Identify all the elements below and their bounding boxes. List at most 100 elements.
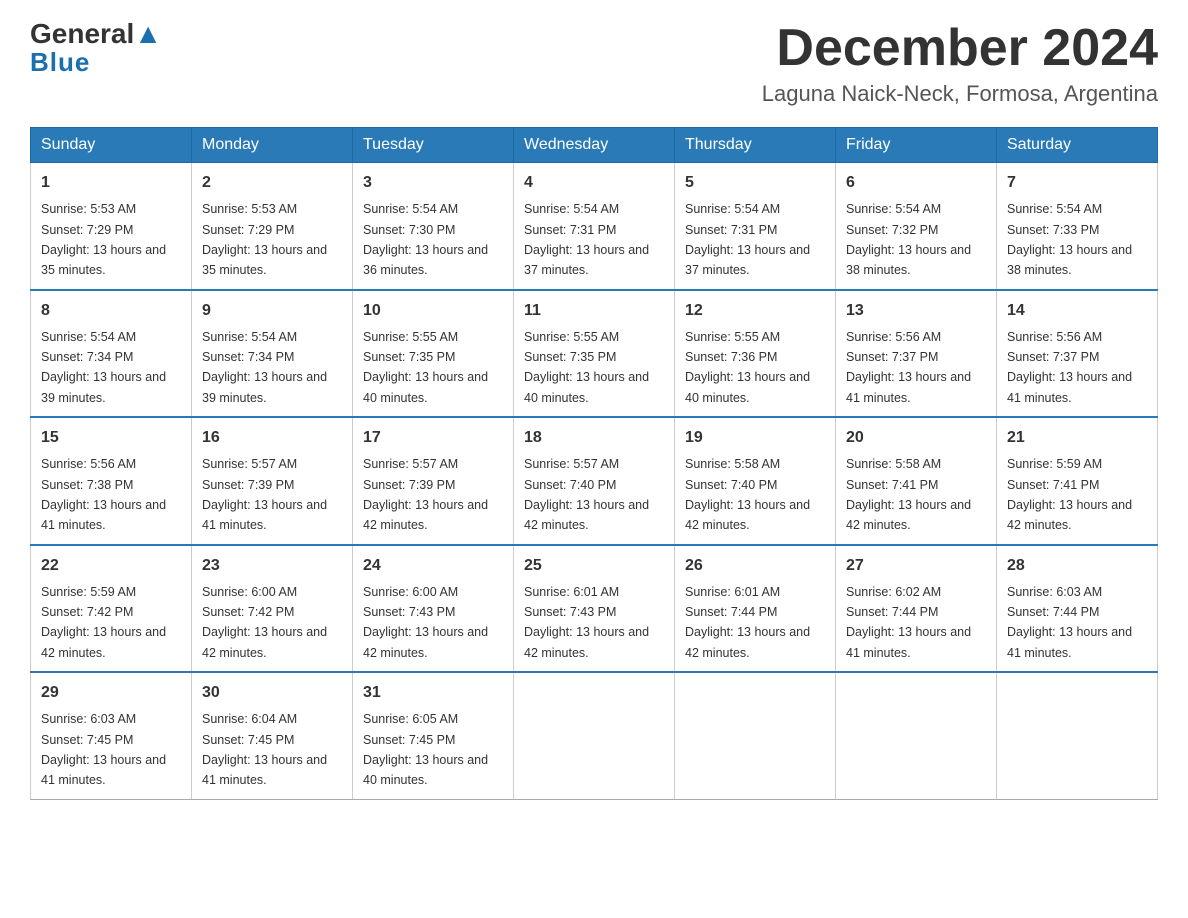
day-info: Sunrise: 6:03 AMSunset: 7:45 PMDaylight:… [41, 712, 166, 787]
day-number: 29 [41, 681, 181, 705]
calendar-cell: 1 Sunrise: 5:53 AMSunset: 7:29 PMDayligh… [31, 163, 192, 290]
day-number: 28 [1007, 554, 1147, 578]
weekday-header-row: Sunday Monday Tuesday Wednesday Thursday… [31, 128, 1158, 163]
month-title: December 2024 [762, 20, 1158, 77]
calendar-table: Sunday Monday Tuesday Wednesday Thursday… [30, 127, 1158, 800]
day-info: Sunrise: 6:00 AMSunset: 7:42 PMDaylight:… [202, 585, 327, 660]
day-info: Sunrise: 5:57 AMSunset: 7:40 PMDaylight:… [524, 457, 649, 532]
day-info: Sunrise: 5:53 AMSunset: 7:29 PMDaylight:… [202, 202, 327, 277]
calendar-cell: 4 Sunrise: 5:54 AMSunset: 7:31 PMDayligh… [514, 163, 675, 290]
calendar-cell: 19 Sunrise: 5:58 AMSunset: 7:40 PMDaylig… [675, 417, 836, 545]
day-number: 12 [685, 299, 825, 323]
day-number: 3 [363, 171, 503, 195]
calendar-cell: 25 Sunrise: 6:01 AMSunset: 7:43 PMDaylig… [514, 545, 675, 673]
calendar-cell: 16 Sunrise: 5:57 AMSunset: 7:39 PMDaylig… [192, 417, 353, 545]
calendar-cell [675, 672, 836, 799]
calendar-cell: 31 Sunrise: 6:05 AMSunset: 7:45 PMDaylig… [353, 672, 514, 799]
day-info: Sunrise: 5:54 AMSunset: 7:30 PMDaylight:… [363, 202, 488, 277]
day-number: 19 [685, 426, 825, 450]
calendar-cell: 20 Sunrise: 5:58 AMSunset: 7:41 PMDaylig… [836, 417, 997, 545]
day-info: Sunrise: 5:56 AMSunset: 7:38 PMDaylight:… [41, 457, 166, 532]
day-info: Sunrise: 5:56 AMSunset: 7:37 PMDaylight:… [846, 330, 971, 405]
day-number: 8 [41, 299, 181, 323]
day-info: Sunrise: 5:55 AMSunset: 7:36 PMDaylight:… [685, 330, 810, 405]
title-section: December 2024 Laguna Naick-Neck, Formosa… [762, 20, 1158, 107]
header-wednesday: Wednesday [514, 128, 675, 163]
calendar-cell: 28 Sunrise: 6:03 AMSunset: 7:44 PMDaylig… [997, 545, 1158, 673]
day-number: 27 [846, 554, 986, 578]
day-info: Sunrise: 6:01 AMSunset: 7:44 PMDaylight:… [685, 585, 810, 660]
calendar-cell: 11 Sunrise: 5:55 AMSunset: 7:35 PMDaylig… [514, 290, 675, 418]
day-info: Sunrise: 5:59 AMSunset: 7:42 PMDaylight:… [41, 585, 166, 660]
day-info: Sunrise: 6:04 AMSunset: 7:45 PMDaylight:… [202, 712, 327, 787]
calendar-cell: 15 Sunrise: 5:56 AMSunset: 7:38 PMDaylig… [31, 417, 192, 545]
day-number: 25 [524, 554, 664, 578]
day-info: Sunrise: 5:54 AMSunset: 7:32 PMDaylight:… [846, 202, 971, 277]
day-number: 17 [363, 426, 503, 450]
day-info: Sunrise: 5:56 AMSunset: 7:37 PMDaylight:… [1007, 330, 1132, 405]
header-sunday: Sunday [31, 128, 192, 163]
header-monday: Monday [192, 128, 353, 163]
day-number: 4 [524, 171, 664, 195]
day-number: 13 [846, 299, 986, 323]
day-info: Sunrise: 5:54 AMSunset: 7:34 PMDaylight:… [41, 330, 166, 405]
day-info: Sunrise: 6:00 AMSunset: 7:43 PMDaylight:… [363, 585, 488, 660]
day-number: 22 [41, 554, 181, 578]
calendar-cell: 12 Sunrise: 5:55 AMSunset: 7:36 PMDaylig… [675, 290, 836, 418]
calendar-cell: 17 Sunrise: 5:57 AMSunset: 7:39 PMDaylig… [353, 417, 514, 545]
day-info: Sunrise: 5:58 AMSunset: 7:41 PMDaylight:… [846, 457, 971, 532]
page-header: General▲ Blue December 2024 Laguna Naick… [30, 20, 1158, 107]
day-number: 15 [41, 426, 181, 450]
day-info: Sunrise: 5:54 AMSunset: 7:34 PMDaylight:… [202, 330, 327, 405]
day-number: 6 [846, 171, 986, 195]
day-info: Sunrise: 5:58 AMSunset: 7:40 PMDaylight:… [685, 457, 810, 532]
day-number: 1 [41, 171, 181, 195]
calendar-cell: 29 Sunrise: 6:03 AMSunset: 7:45 PMDaylig… [31, 672, 192, 799]
day-number: 18 [524, 426, 664, 450]
day-info: Sunrise: 5:55 AMSunset: 7:35 PMDaylight:… [363, 330, 488, 405]
day-info: Sunrise: 5:59 AMSunset: 7:41 PMDaylight:… [1007, 457, 1132, 532]
calendar-cell: 7 Sunrise: 5:54 AMSunset: 7:33 PMDayligh… [997, 163, 1158, 290]
day-info: Sunrise: 5:57 AMSunset: 7:39 PMDaylight:… [363, 457, 488, 532]
header-saturday: Saturday [997, 128, 1158, 163]
calendar-cell: 22 Sunrise: 5:59 AMSunset: 7:42 PMDaylig… [31, 545, 192, 673]
calendar-cell [836, 672, 997, 799]
day-info: Sunrise: 5:54 AMSunset: 7:31 PMDaylight:… [685, 202, 810, 277]
day-info: Sunrise: 5:54 AMSunset: 7:31 PMDaylight:… [524, 202, 649, 277]
day-number: 20 [846, 426, 986, 450]
day-number: 7 [1007, 171, 1147, 195]
day-info: Sunrise: 5:57 AMSunset: 7:39 PMDaylight:… [202, 457, 327, 532]
day-number: 21 [1007, 426, 1147, 450]
day-number: 5 [685, 171, 825, 195]
calendar-cell: 13 Sunrise: 5:56 AMSunset: 7:37 PMDaylig… [836, 290, 997, 418]
day-number: 10 [363, 299, 503, 323]
calendar-cell: 2 Sunrise: 5:53 AMSunset: 7:29 PMDayligh… [192, 163, 353, 290]
day-number: 26 [685, 554, 825, 578]
location-title: Laguna Naick-Neck, Formosa, Argentina [762, 81, 1158, 107]
calendar-cell: 30 Sunrise: 6:04 AMSunset: 7:45 PMDaylig… [192, 672, 353, 799]
header-tuesday: Tuesday [353, 128, 514, 163]
calendar-cell: 18 Sunrise: 5:57 AMSunset: 7:40 PMDaylig… [514, 417, 675, 545]
day-number: 16 [202, 426, 342, 450]
day-number: 23 [202, 554, 342, 578]
calendar-cell: 8 Sunrise: 5:54 AMSunset: 7:34 PMDayligh… [31, 290, 192, 418]
calendar-cell: 26 Sunrise: 6:01 AMSunset: 7:44 PMDaylig… [675, 545, 836, 673]
day-number: 30 [202, 681, 342, 705]
calendar-cell: 24 Sunrise: 6:00 AMSunset: 7:43 PMDaylig… [353, 545, 514, 673]
calendar-cell [997, 672, 1158, 799]
calendar-cell: 23 Sunrise: 6:00 AMSunset: 7:42 PMDaylig… [192, 545, 353, 673]
calendar-cell: 5 Sunrise: 5:54 AMSunset: 7:31 PMDayligh… [675, 163, 836, 290]
calendar-cell: 27 Sunrise: 6:02 AMSunset: 7:44 PMDaylig… [836, 545, 997, 673]
day-info: Sunrise: 5:54 AMSunset: 7:33 PMDaylight:… [1007, 202, 1132, 277]
calendar-cell: 9 Sunrise: 5:54 AMSunset: 7:34 PMDayligh… [192, 290, 353, 418]
day-info: Sunrise: 5:53 AMSunset: 7:29 PMDaylight:… [41, 202, 166, 277]
day-info: Sunrise: 6:01 AMSunset: 7:43 PMDaylight:… [524, 585, 649, 660]
day-info: Sunrise: 6:02 AMSunset: 7:44 PMDaylight:… [846, 585, 971, 660]
header-friday: Friday [836, 128, 997, 163]
day-number: 14 [1007, 299, 1147, 323]
calendar-cell: 21 Sunrise: 5:59 AMSunset: 7:41 PMDaylig… [997, 417, 1158, 545]
logo: General▲ Blue [30, 20, 162, 76]
day-info: Sunrise: 5:55 AMSunset: 7:35 PMDaylight:… [524, 330, 649, 405]
header-thursday: Thursday [675, 128, 836, 163]
calendar-cell: 3 Sunrise: 5:54 AMSunset: 7:30 PMDayligh… [353, 163, 514, 290]
